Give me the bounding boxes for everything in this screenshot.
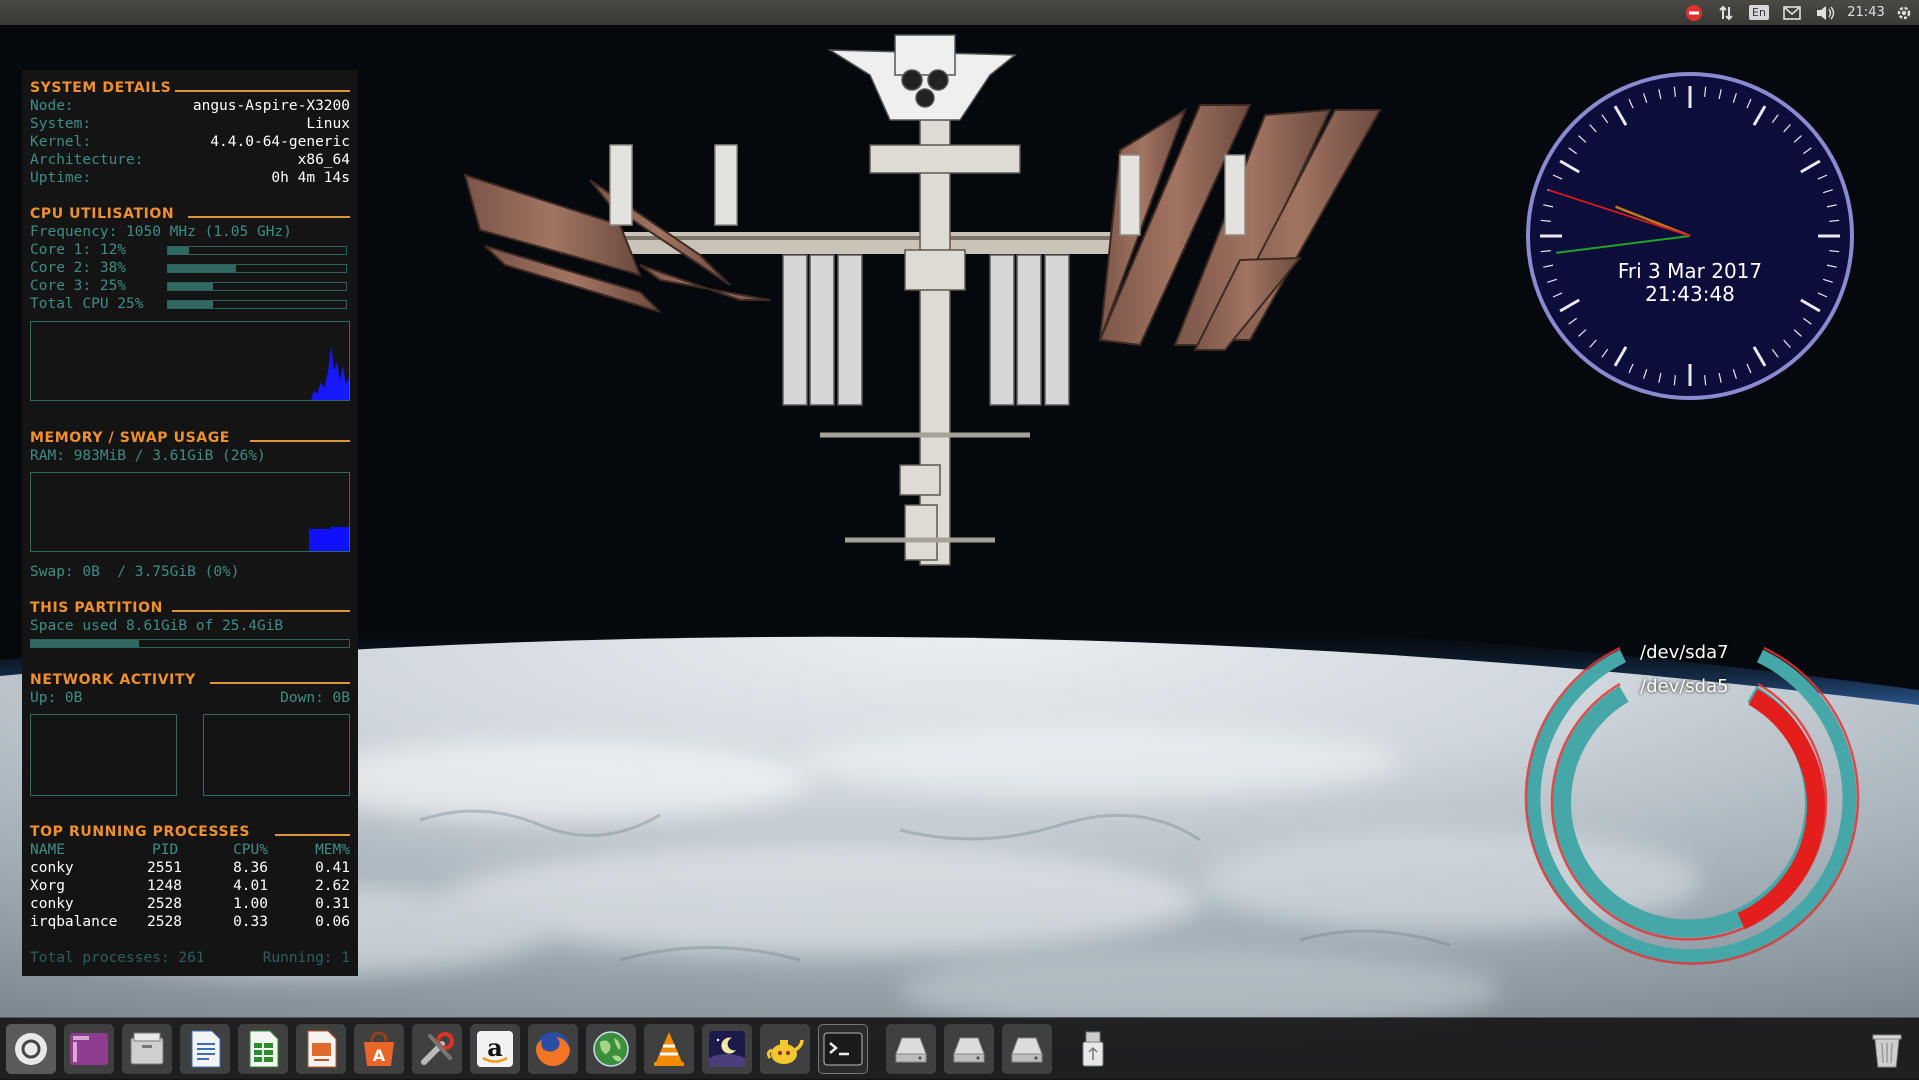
- total-processes: Total processes: 261: [30, 950, 205, 966]
- file-manager-icon[interactable]: [122, 1024, 172, 1074]
- total-cpu-bar: [167, 300, 347, 309]
- ram-usage: RAM: 983MiB / 3.61GiB (26%): [30, 448, 266, 464]
- memory-graph-area: [309, 527, 349, 551]
- sda5-label: /dev/sda5: [1640, 676, 1729, 697]
- core-2-bar: [167, 264, 347, 273]
- clock-date: Fri 3 Mar 2017: [1617, 259, 1763, 283]
- bottom-dock: A a: [0, 1017, 1919, 1080]
- download-rate: Down: 0B: [280, 690, 350, 706]
- gear-icon[interactable]: [1892, 0, 1916, 25]
- trash-icon[interactable]: [1862, 1024, 1912, 1074]
- uptime-row: Uptime: 0h 4m 14s: [30, 170, 350, 186]
- mail-icon[interactable]: [1780, 0, 1804, 25]
- partition-heading: THIS PARTITION: [30, 600, 350, 618]
- cpu-graph-area: [311, 346, 349, 400]
- drive-icon[interactable]: [1002, 1024, 1052, 1074]
- disk-usage-rings: /dev/sda7 /dev/sda5: [1520, 640, 1860, 970]
- cpu-graph: [30, 321, 350, 401]
- writer-icon[interactable]: [180, 1024, 230, 1074]
- network-rates: Up: 0B Down: 0B: [30, 690, 350, 708]
- analog-clock-widget: Fri 3 Mar 2017 21:43:48: [1520, 66, 1860, 406]
- core-1-bar: [167, 246, 347, 255]
- top-panel: En 21:43: [0, 0, 1919, 25]
- upload-rate: Up: 0B: [30, 690, 83, 706]
- architecture-row: Architecture: x86_64: [30, 152, 350, 168]
- svg-text:a: a: [487, 1033, 503, 1062]
- core-2-bar-fill: [168, 265, 236, 272]
- core-3-bar-fill: [168, 283, 213, 290]
- process-row: irqbalance 2528 0.33 0.06: [30, 914, 350, 930]
- system-settings-icon[interactable]: [412, 1024, 462, 1074]
- sda7-ring-track: [1526, 649, 1857, 964]
- earth-globe-icon[interactable]: [586, 1024, 636, 1074]
- workspace-switcher-icon[interactable]: [64, 1024, 114, 1074]
- amazon-icon[interactable]: a: [470, 1024, 520, 1074]
- process-row: conky 2528 1.00 0.31: [30, 896, 350, 912]
- system-status-icon[interactable]: [1682, 0, 1706, 25]
- svg-text:A: A: [373, 1046, 386, 1065]
- cpu-heading: CPU UTILISATION: [30, 206, 350, 224]
- kernel-row: Kernel: 4.4.0-64-generic: [30, 134, 350, 150]
- total-cpu-bar-fill: [168, 301, 213, 308]
- core-1-bar-fill: [168, 247, 190, 254]
- teapot-icon[interactable]: [760, 1024, 810, 1074]
- running-processes: Running: 1: [262, 950, 350, 966]
- clock-time: 21:43:48: [1645, 282, 1735, 306]
- partition-bar-fill: [31, 640, 140, 647]
- cpu-frequency: Frequency: 1050 MHz (1.05 GHz): [30, 224, 292, 240]
- partition-bar: [30, 639, 350, 648]
- drive-icon[interactable]: [944, 1024, 994, 1074]
- panel-clock[interactable]: 21:43: [1844, 0, 1888, 25]
- software-center-icon[interactable]: A: [354, 1024, 404, 1074]
- node-row: Node: angus-Aspire-X3200: [30, 98, 350, 114]
- vlc-icon[interactable]: [644, 1024, 694, 1074]
- volume-icon[interactable]: [1812, 0, 1838, 25]
- network-heading: NETWORK ACTIVITY: [30, 672, 350, 690]
- impress-icon[interactable]: [296, 1024, 346, 1074]
- download-graph: [203, 714, 350, 796]
- processes-heading: TOP RUNNING PROCESSES: [30, 824, 350, 842]
- memory-graph: [30, 472, 350, 552]
- process-row: conky 2551 8.36 0.41: [30, 860, 350, 876]
- system-row: System: Linux: [30, 116, 350, 132]
- system-details-heading: SYSTEM DETAILS: [30, 80, 350, 98]
- keyboard-layout-label: En: [1749, 5, 1769, 20]
- core-3-bar: [167, 282, 347, 291]
- process-table-header: NAME PID CPU% MEM%: [30, 842, 350, 858]
- partition-space: Space used 8.61GiB of 25.4GiB: [30, 618, 284, 634]
- process-row: Xorg 1248 4.01 2.62: [30, 878, 350, 894]
- keyboard-layout-icon[interactable]: En: [1746, 0, 1772, 25]
- calc-icon[interactable]: [238, 1024, 288, 1074]
- upload-graph: [30, 714, 177, 796]
- firefox-icon[interactable]: [528, 1024, 578, 1074]
- stellarium-icon[interactable]: [702, 1024, 752, 1074]
- conky-system-monitor: SYSTEM DETAILS Node: angus-Aspire-X3200 S…: [22, 70, 358, 976]
- swap-usage: Swap: 0B / 3.75GiB (0%): [30, 564, 240, 580]
- drive-icon[interactable]: [886, 1024, 936, 1074]
- sda7-label: /dev/sda7: [1640, 642, 1729, 663]
- dash-icon[interactable]: [6, 1024, 56, 1074]
- process-totals: Total processes: 261 Running: 1: [30, 950, 350, 968]
- network-arrows-icon[interactable]: [1714, 0, 1738, 25]
- memory-heading: MEMORY / SWAP USAGE: [30, 430, 350, 448]
- usb-drive-icon[interactable]: [1068, 1024, 1118, 1074]
- terminal-icon[interactable]: [818, 1024, 868, 1074]
